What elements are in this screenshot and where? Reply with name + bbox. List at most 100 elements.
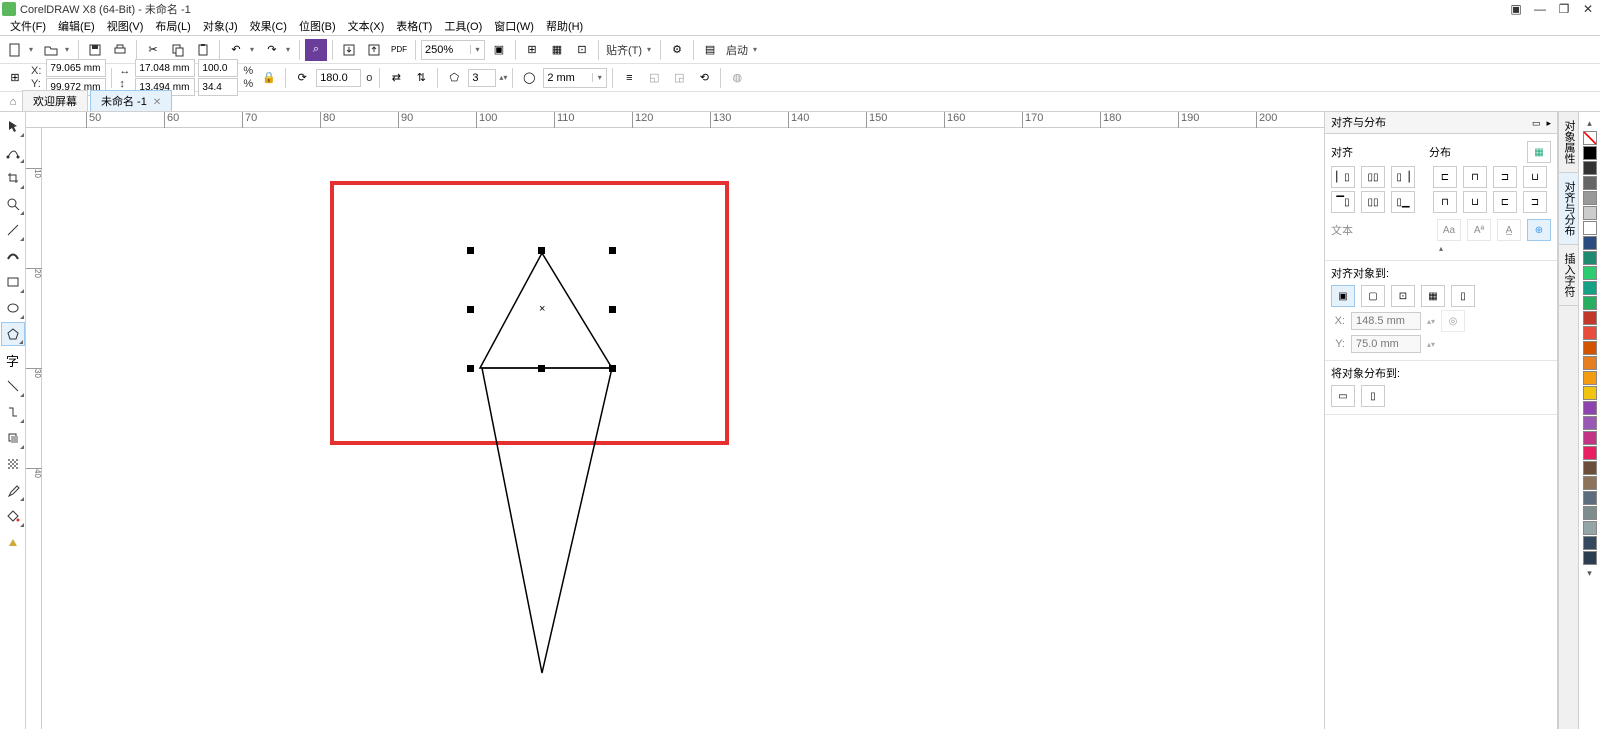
dist-top-button[interactable]: ⊓ [1433, 191, 1457, 213]
rulers-button[interactable]: ⊞ [521, 39, 543, 61]
wrap-text-button[interactable]: ≡ [618, 67, 640, 89]
color-swatch[interactable] [1583, 281, 1597, 295]
front-button[interactable]: ◱ [643, 67, 665, 89]
color-swatch[interactable] [1583, 431, 1597, 445]
zoom-tool[interactable] [1, 192, 25, 216]
align-x-pick[interactable]: ◎ [1441, 310, 1465, 332]
dist-vcenter-button[interactable]: ⊔ [1463, 191, 1487, 213]
color-swatch[interactable] [1583, 326, 1597, 340]
new-dropdown[interactable]: ▾ [29, 45, 37, 54]
menu-text[interactable]: 文本(X) [342, 18, 391, 36]
target-button[interactable]: ▦ [1527, 141, 1551, 163]
align-right-button[interactable]: ▯▕ [1391, 166, 1415, 188]
align-left-button[interactable]: ▏▯ [1331, 166, 1355, 188]
text-b2[interactable]: Aª [1467, 219, 1491, 241]
align-hcenter-button[interactable]: ▯▯ [1361, 166, 1385, 188]
text-anchor-button[interactable]: ⊕ [1527, 219, 1551, 241]
color-swatch[interactable] [1583, 446, 1597, 460]
help-button[interactable]: ▣ [1507, 2, 1525, 16]
color-swatch[interactable] [1583, 371, 1597, 385]
parallel-dim-tool[interactable] [1, 374, 25, 398]
open-button[interactable] [40, 39, 62, 61]
crop-tool[interactable] [1, 166, 25, 190]
dist-left-button[interactable]: ⊏ [1433, 166, 1457, 188]
palette-down-icon[interactable]: ▾ [1587, 568, 1592, 579]
pick-tool[interactable] [1, 114, 25, 138]
dist-to-page-button[interactable]: ▯ [1361, 385, 1385, 407]
drop-shadow-tool[interactable] [1, 426, 25, 450]
align-y-input[interactable] [1351, 335, 1421, 353]
save-button[interactable] [84, 39, 106, 61]
zoom-combo[interactable]: ▾ [421, 40, 485, 60]
vtab-obj-props[interactable]: 对象属性 [1559, 112, 1579, 173]
mirror-h-button[interactable]: ⇄ [385, 67, 407, 89]
outline-width-input[interactable] [544, 69, 592, 87]
print-button[interactable] [109, 39, 131, 61]
rectangle-tool[interactable] [1, 270, 25, 294]
ellipse-tool[interactable] [1, 296, 25, 320]
palette-up-icon[interactable]: ▴ [1587, 118, 1592, 129]
import-button[interactable] [338, 39, 360, 61]
align-to-point-button[interactable]: ▯ [1451, 285, 1475, 307]
cut-button[interactable]: ✂ [142, 39, 164, 61]
scale-x-input[interactable] [198, 59, 238, 77]
undo-dropdown[interactable]: ▾ [250, 45, 258, 54]
color-swatch[interactable] [1583, 236, 1597, 250]
color-swatch[interactable] [1583, 536, 1597, 550]
color-swatch[interactable] [1583, 251, 1597, 265]
tab-welcome[interactable]: 欢迎屏幕 [22, 90, 88, 111]
color-swatch[interactable] [1583, 386, 1597, 400]
align-to-active-button[interactable]: ▣ [1331, 285, 1355, 307]
connector-tool[interactable] [1, 400, 25, 424]
outline-width-dropdown[interactable]: ▾ [592, 73, 606, 82]
paste-button[interactable] [192, 39, 214, 61]
color-swatch[interactable] [1583, 266, 1597, 280]
home-tab-icon[interactable]: ⌂ [4, 93, 22, 111]
menu-bitmap[interactable]: 位图(B) [293, 18, 342, 36]
menu-object[interactable]: 对象(J) [197, 18, 244, 36]
color-swatch[interactable] [1583, 506, 1597, 520]
zoom-input[interactable] [422, 41, 470, 59]
zoom-dropdown[interactable]: ▾ [470, 45, 484, 54]
text-b1[interactable]: Aa [1437, 219, 1461, 241]
redo-dropdown[interactable]: ▾ [286, 45, 294, 54]
drawing-canvas[interactable]: × [42, 128, 1324, 729]
new-button[interactable] [4, 39, 26, 61]
ruler-vertical[interactable]: 10 20 30 40 [26, 128, 42, 729]
outline-width-combo[interactable]: ▾ [543, 68, 607, 88]
copy-button[interactable] [167, 39, 189, 61]
undo-button[interactable]: ↶ [225, 39, 247, 61]
menu-table[interactable]: 表格(T) [390, 18, 438, 36]
open-dropdown[interactable]: ▾ [65, 45, 73, 54]
ruler-horizontal[interactable]: 50 60 70 80 90 100 110 120 130 140 150 1… [26, 112, 1324, 128]
rotation-input[interactable] [316, 69, 361, 87]
color-swatch[interactable] [1583, 416, 1597, 430]
color-swatch[interactable] [1583, 476, 1597, 490]
sides-stepper[interactable]: ▴▾ [499, 73, 507, 82]
shape-tool[interactable] [1, 140, 25, 164]
vtab-align[interactable]: 对齐与分布 [1559, 173, 1579, 245]
align-x-input[interactable] [1351, 312, 1421, 330]
dist-hcenter-button[interactable]: ⊓ [1463, 166, 1487, 188]
color-swatch[interactable] [1583, 296, 1597, 310]
color-swatch[interactable] [1583, 521, 1597, 535]
docker-collapse-icon[interactable]: ▸ [1546, 112, 1551, 134]
dist-to-sel-button[interactable]: ▭ [1331, 385, 1355, 407]
menu-view[interactable]: 视图(V) [101, 18, 150, 36]
docker-menu-icon[interactable]: ▭ [1532, 112, 1541, 134]
text-b3[interactable]: A̲ [1497, 219, 1521, 241]
text-tool[interactable]: 字 [1, 348, 25, 372]
menu-tools[interactable]: 工具(O) [438, 18, 488, 36]
lock-ratio-button[interactable]: 🔒 [258, 67, 280, 89]
color-swatch[interactable] [1583, 491, 1597, 505]
eyedropper-tool[interactable] [1, 478, 25, 502]
menu-layout[interactable]: 布局(L) [149, 18, 196, 36]
width-input[interactable] [135, 59, 195, 77]
align-to-grid-button[interactable]: ▦ [1421, 285, 1445, 307]
fill-tool[interactable] [1, 504, 25, 528]
options-button[interactable]: ⚙ [666, 39, 688, 61]
color-swatch[interactable] [1583, 176, 1597, 190]
launch-icon[interactable]: ▤ [699, 39, 721, 61]
dist-vspace-button[interactable]: ⊏ [1493, 191, 1517, 213]
align-top-button[interactable]: ▔▯ [1331, 191, 1355, 213]
